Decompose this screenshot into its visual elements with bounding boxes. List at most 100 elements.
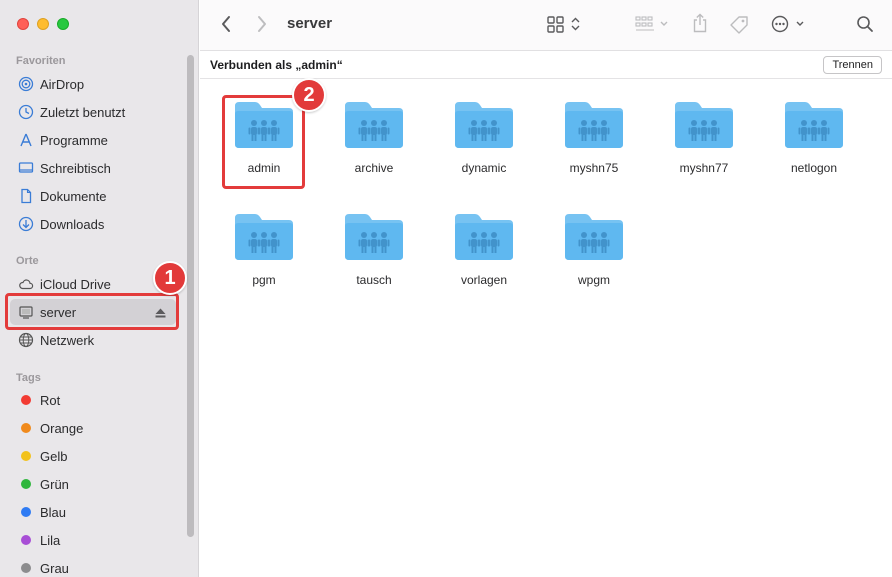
sidebar-item-network[interactable]: Netzwerk bbox=[10, 327, 176, 353]
shared-folder-icon bbox=[455, 214, 513, 260]
sidebar-item-label: Orange bbox=[40, 420, 84, 436]
clock-icon bbox=[18, 104, 34, 120]
share-button[interactable] bbox=[692, 13, 708, 33]
sidebar-item-downloads[interactable]: Downloads bbox=[10, 211, 176, 237]
sidebar-item-label: Netzwerk bbox=[40, 332, 95, 348]
sidebar-tag-green[interactable]: Grün bbox=[10, 471, 176, 497]
shared-folder-icon bbox=[345, 214, 403, 260]
favorites-header: Favoriten bbox=[16, 55, 66, 67]
sidebar-tag-orange[interactable]: Orange bbox=[10, 415, 176, 441]
folder-label: myshn75 bbox=[569, 161, 619, 175]
icon-grid-icon bbox=[547, 16, 580, 33]
step-badge-2: 2 bbox=[292, 78, 326, 112]
tag-color-dot bbox=[21, 479, 31, 489]
sidebar-tag-purple[interactable]: Lila bbox=[10, 527, 176, 553]
sidebar-tag-red[interactable]: Rot bbox=[10, 387, 176, 413]
network-icon bbox=[18, 332, 34, 348]
sidebar-item-label: Rot bbox=[40, 392, 61, 408]
folder-item[interactable]: vorlagen bbox=[434, 210, 534, 310]
sidebar-tag-gray[interactable]: Grau bbox=[10, 555, 176, 577]
tag-color-dot bbox=[21, 563, 31, 573]
highlight-box-admin bbox=[222, 95, 305, 189]
window-controls bbox=[17, 18, 69, 30]
share-icon bbox=[693, 13, 707, 33]
airdrop-icon bbox=[18, 76, 34, 92]
shared-folder-icon bbox=[565, 102, 623, 148]
connection-status: Verbunden als „admin“ bbox=[210, 58, 343, 72]
folder-label: archive bbox=[354, 161, 394, 175]
search-button[interactable] bbox=[856, 15, 874, 33]
document-icon bbox=[18, 188, 34, 204]
shared-folder-icon bbox=[565, 214, 623, 260]
folder-item[interactable]: pgm bbox=[214, 210, 314, 310]
sidebar-item-desktop[interactable]: Schreibtisch bbox=[10, 155, 176, 181]
sidebar-item-recents[interactable]: Zuletzt benutzt bbox=[10, 99, 176, 125]
folder-label: vorlagen bbox=[460, 273, 508, 287]
shared-folder-icon bbox=[455, 102, 513, 148]
sidebar-item-label: Grün bbox=[40, 476, 69, 492]
folder-item[interactable]: myshn77 bbox=[654, 98, 754, 198]
sidebar-scrollbar[interactable] bbox=[187, 55, 194, 537]
tag-color-dot bbox=[21, 423, 31, 433]
highlight-box-server bbox=[5, 293, 179, 330]
folder-item[interactable]: netlogon bbox=[764, 98, 864, 198]
sidebar-item-label: Gelb bbox=[40, 448, 68, 464]
tag-button[interactable] bbox=[728, 14, 750, 36]
forward-button[interactable] bbox=[256, 15, 268, 33]
sidebar-item-label: Programme bbox=[40, 132, 108, 148]
more-options-icon bbox=[771, 15, 804, 33]
minimize-window-button[interactable] bbox=[37, 18, 49, 30]
step-badge-1: 1 bbox=[153, 261, 187, 295]
finder-window: Favoriten AirDrop Zuletzt benutzt Progra… bbox=[0, 0, 892, 577]
cloud-icon bbox=[18, 276, 34, 292]
desktop-icon bbox=[18, 160, 34, 176]
apps-icon bbox=[18, 132, 34, 148]
folder-item[interactable]: tausch bbox=[324, 210, 424, 310]
back-button[interactable] bbox=[220, 15, 232, 33]
search-icon bbox=[857, 16, 873, 32]
close-window-button[interactable] bbox=[17, 18, 29, 30]
tag-icon bbox=[730, 16, 748, 34]
sidebar-item-label: AirDrop bbox=[40, 76, 85, 92]
sidebar-item-applications[interactable]: Programme bbox=[10, 127, 176, 153]
chevron-right-icon bbox=[258, 16, 266, 32]
folder-label: myshn77 bbox=[679, 161, 729, 175]
sidebar-tag-yellow[interactable]: Gelb bbox=[10, 443, 176, 469]
download-icon bbox=[18, 216, 34, 232]
tag-color-dot bbox=[21, 507, 31, 517]
folder-label: tausch bbox=[356, 273, 392, 287]
sidebar-tag-blue[interactable]: Blau bbox=[10, 499, 176, 525]
group-button[interactable] bbox=[635, 15, 671, 33]
window-title: server bbox=[287, 15, 333, 32]
folder-item[interactable]: archive bbox=[324, 98, 424, 198]
locations-header: Orte bbox=[16, 255, 39, 267]
sidebar-item-label: Dokumente bbox=[40, 188, 107, 204]
sidebar-item-label: Lila bbox=[40, 532, 61, 548]
tags-header: Tags bbox=[16, 372, 41, 384]
folder-item[interactable]: wpgm bbox=[544, 210, 644, 310]
sidebar-item-airdrop[interactable]: AirDrop bbox=[10, 71, 176, 97]
group-grid-icon bbox=[635, 16, 668, 31]
chevron-left-icon bbox=[222, 16, 230, 32]
disconnect-button[interactable]: Trennen bbox=[823, 56, 882, 74]
connection-bar: Verbunden als „admin“ Trennen bbox=[200, 52, 892, 79]
sidebar-item-label: Grau bbox=[40, 560, 69, 576]
tag-color-dot bbox=[21, 535, 31, 545]
sidebar-item-label: Downloads bbox=[40, 216, 105, 232]
shared-folder-icon bbox=[345, 102, 403, 148]
folder-item[interactable]: dynamic bbox=[434, 98, 534, 198]
folder-item[interactable]: myshn75 bbox=[544, 98, 644, 198]
zoom-window-button[interactable] bbox=[57, 18, 69, 30]
sidebar-item-label: Schreibtisch bbox=[40, 160, 111, 176]
folder-label: netlogon bbox=[790, 161, 838, 175]
sidebar-item-label: iCloud Drive bbox=[40, 276, 111, 292]
folder-label: pgm bbox=[252, 273, 276, 287]
folder-label: wpgm bbox=[577, 273, 610, 287]
view-mode-button[interactable] bbox=[547, 15, 583, 33]
tag-color-dot bbox=[21, 395, 31, 405]
sidebar-item-documents[interactable]: Dokumente bbox=[10, 183, 176, 209]
shared-folder-icon bbox=[675, 102, 733, 148]
sidebar-item-label: Blau bbox=[40, 504, 67, 520]
tag-color-dot bbox=[21, 451, 31, 461]
action-menu-button[interactable] bbox=[771, 15, 807, 33]
